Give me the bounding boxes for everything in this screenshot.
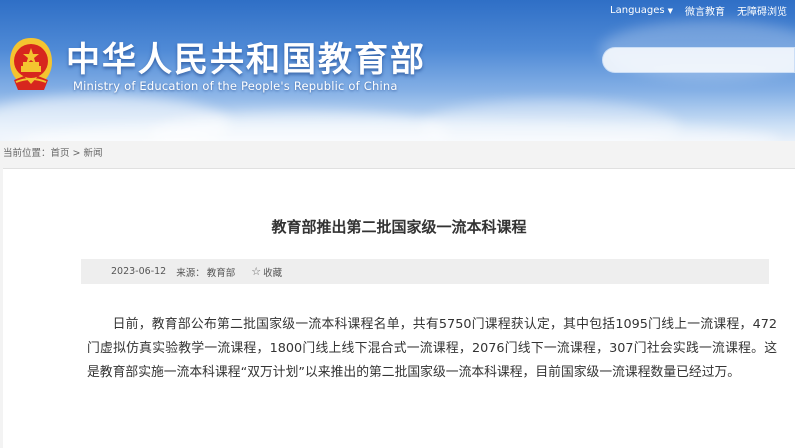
article-source: 教育部 (206, 267, 236, 279)
breadcrumb-home-link[interactable]: 首页 (51, 148, 70, 159)
source-label: 来源： (176, 267, 205, 279)
breadcrumb-separator: > (69, 148, 84, 159)
search-input[interactable] (602, 47, 795, 73)
star-icon: ☆ (251, 265, 262, 278)
article-container: 教育部推出第二批国家级一流本科课程 2023-06-12 来源： 教育部 ☆ 收… (3, 168, 795, 448)
breadcrumb-label: 当前位置： (3, 148, 51, 159)
national-emblem-icon[interactable] (6, 36, 56, 92)
article-body: 日前，教育部公布第二批国家级一流本科课程名单，共有5750门课程获认定，其中包括… (87, 317, 777, 380)
languages-link[interactable]: Languages ▼ (610, 5, 673, 16)
breadcrumb-news-link[interactable]: 新闻 (84, 148, 103, 159)
article-meta-bar: 2023-06-12 来源： 教育部 ☆ 收藏 (81, 259, 769, 284)
article-title: 教育部推出第二批国家级一流本科课程 (271, 218, 527, 236)
accessibility-link[interactable]: 无障碍浏览 (737, 3, 787, 18)
weibo-link[interactable]: 微言教育 (685, 3, 725, 18)
favorite-label: 收藏 (263, 267, 283, 279)
article-date: 2023-06-12 (111, 266, 167, 277)
site-subtitle: Ministry of Education of the People's Re… (73, 79, 398, 93)
chevron-down-icon: ▼ (667, 6, 673, 15)
favorite-button[interactable]: ☆ 收藏 (251, 265, 282, 279)
site-header: Languages ▼ 微言教育 无障碍浏览 中华人民共和国教育部 Ministr… (0, 0, 795, 141)
breadcrumb: 当前位置：首页 > 新闻 (3, 145, 103, 159)
top-links: Languages ▼ 微言教育 无障碍浏览 (610, 3, 787, 18)
site-title[interactable]: 中华人民共和国教育部 (66, 32, 426, 81)
